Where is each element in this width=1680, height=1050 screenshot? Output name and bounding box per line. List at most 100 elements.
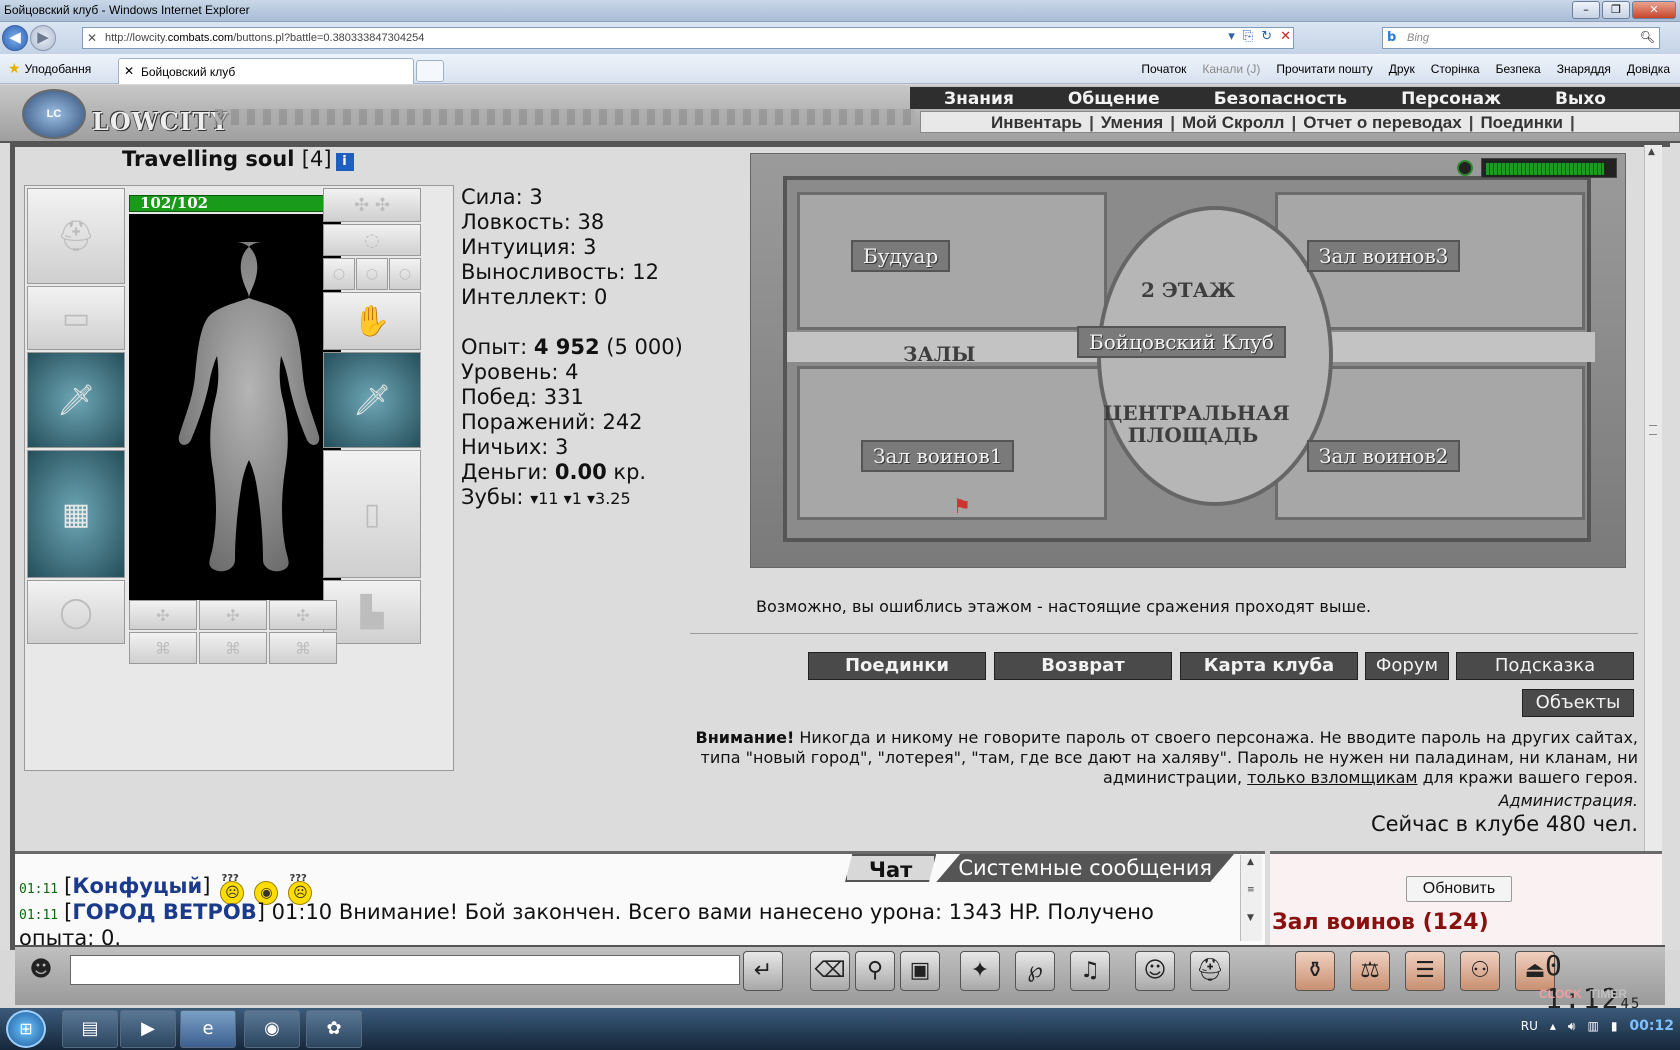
spell-slot-1[interactable]: ✣ [129,600,197,630]
filter-icon[interactable]: ⚲ [855,951,895,991]
scroll-up-icon[interactable]: ▲ [1247,857,1254,867]
clock-tab[interactable]: CLOCK [1539,987,1582,1001]
map-label-floor2[interactable]: 2 ЭТАЖ [1131,276,1245,304]
scroll-down-icon[interactable]: ▼ [1247,913,1254,923]
amulet-slot[interactable]: ◌ [323,224,421,256]
subnav-inventory[interactable]: Инвентарь [991,113,1082,132]
search-icon[interactable]: 🔍︎ [1640,30,1655,44]
spell-slot-2[interactable]: ✣ [199,600,267,630]
explorer-task[interactable]: ▤ [62,1010,118,1048]
people-icon[interactable]: ☰ [1405,951,1445,991]
url-field[interactable]: ✕ http://lowcity.combats.com/buttons.pl?… [82,27,1294,49]
gloves-slot[interactable]: ✋ [323,292,421,350]
map-label-boudoir[interactable]: Будуар [851,240,951,272]
cmd-home[interactable]: Початок [1141,62,1186,76]
subnav-skills[interactable]: Умения [1101,113,1163,132]
cmd-safety[interactable]: Безпека [1496,62,1541,76]
subnav-scroll[interactable]: Мой Скролл [1182,113,1284,132]
hint-button[interactable]: Подсказка [1456,652,1634,680]
boots-slot[interactable]: ▙ [323,580,421,644]
battery-icon[interactable]: ▮ [1611,1019,1618,1033]
bag-icon[interactable]: ⚱ [1295,951,1335,991]
close-button[interactable]: ✕ [1632,1,1676,19]
objects-button[interactable]: Объекты [1522,689,1634,717]
refresh-button[interactable]: Обновить [1406,876,1512,902]
ring-slot-1[interactable]: ○ [323,258,355,290]
zte-task[interactable]: ◉ [244,1010,300,1048]
maximize-button[interactable]: ❐ [1602,1,1630,19]
info-icon[interactable]: i [335,153,354,171]
dropdown-icon[interactable]: ▾ [1228,29,1235,44]
save-icon[interactable]: ▣ [900,951,940,991]
nav-character[interactable]: Персонаж [1367,87,1521,109]
legs-slot[interactable]: ▯ [323,450,421,578]
smiley-icon[interactable]: ☺ [1135,951,1175,991]
subnav-transfers[interactable]: Отчет о переводах [1303,113,1461,132]
forward-button[interactable]: ▶ [30,25,56,51]
nav-exit[interactable]: Выхо [1521,87,1626,109]
stop-icon[interactable]: ✕ [1280,29,1291,44]
back-button[interactable]: ◀ [2,25,28,51]
spell-slot-3[interactable]: ✣ [269,600,337,630]
belt-slot[interactable]: ◯ [27,580,125,644]
subnav-duels[interactable]: Поединки [1480,113,1563,132]
scroll-thumb-icon[interactable]: ≡ [1247,885,1255,895]
fighter-icon[interactable]: ✦ [960,951,1000,991]
cmd-feeds[interactable]: Канали (J) [1202,62,1260,76]
trade-icon[interactable]: ⚖ [1350,951,1390,991]
map-label-hall3[interactable]: Зал воинов3 [1307,240,1461,272]
network-icon[interactable]: ▥ [1587,1019,1598,1033]
group-icon[interactable]: ⚇ [1460,951,1500,991]
scroll-slot-2[interactable]: ⌘ [199,632,267,664]
tray-arrow-icon[interactable]: ▴ [1550,1019,1556,1033]
return-button[interactable]: Возврат [994,652,1172,680]
bracers-slot[interactable]: ▭ [27,286,125,350]
scroll-slot-3[interactable]: ⌘ [269,632,337,664]
nav-communication[interactable]: Общение [1034,87,1180,109]
nav-security[interactable]: Безопасность [1180,87,1367,109]
map-label-hall2[interactable]: Зал воинов2 [1307,440,1461,472]
cmd-print[interactable]: Друк [1389,62,1415,76]
language-indicator[interactable]: RU [1521,1019,1538,1033]
minimize-button[interactable]: – [1572,1,1600,19]
forum-button[interactable]: Форум [1365,652,1449,680]
right-weapon-slot[interactable]: 🗡︎ [323,352,421,448]
cmd-tools[interactable]: Знаряддя [1557,62,1611,76]
refresh-icon[interactable]: ↻ [1261,29,1272,44]
clear-icon[interactable]: ⌫ [810,951,850,991]
tab-system-messages[interactable]: Системные сообщения [936,854,1234,882]
armor-slot[interactable]: ▦ [27,450,125,578]
new-tab-button[interactable] [416,60,444,82]
warning-link[interactable]: только взломщикам [1247,768,1417,787]
cmd-page[interactable]: Сторінка [1431,62,1480,76]
chat-scrollbar[interactable]: ▲ ≡ ▼ [1240,855,1262,941]
map-label-central[interactable]: ЦЕНТРАЛЬНАЯ ПЛОЩАДЬ [1093,400,1293,448]
send-icon[interactable]: ↵ [743,951,783,991]
earrings-slot[interactable]: ✣ ✣ [323,188,421,222]
cmd-mail[interactable]: Прочитати пошту [1276,62,1372,76]
favorites-button[interactable]: ★ Уподобання [8,61,91,77]
volume-icon[interactable]: 🔊︎ [1568,1019,1576,1034]
chat-nick[interactable]: Конфуцый [72,874,202,898]
ring-slot-2[interactable]: ○ [356,258,388,290]
page-scrollbar[interactable]: ▲ ▼ [1644,145,1662,875]
scroll-thumb[interactable] [1649,425,1657,435]
map-label-club[interactable]: Бойцовский Клуб [1077,326,1286,358]
start-button[interactable]: ⊞ [6,1010,46,1048]
ie-task[interactable]: e [180,1010,236,1048]
icq-task[interactable]: ✿ [306,1010,362,1048]
chat-nick[interactable]: ГОРОД ВЕТРОВ [72,900,256,924]
sound-icon[interactable]: ♫ [1070,951,1110,991]
map-label-hall1[interactable]: Зал воинов1 [861,440,1015,472]
browser-tab[interactable]: ✕ Бойцовский клуб [118,58,414,84]
club-map-button[interactable]: Карта клуба [1180,652,1358,680]
compat-icon[interactable]: ⎘ [1243,29,1253,44]
scroll-slot-1[interactable]: ⌘ [129,632,197,664]
chat-input[interactable] [70,955,740,985]
scroll-up-icon[interactable]: ▲ [1648,147,1655,157]
tab-chat[interactable]: Чат [845,854,937,882]
cmd-help[interactable]: Довідка [1627,62,1670,76]
helmet-icon[interactable]: ⛑ [1190,951,1230,991]
tray-clock[interactable]: 00:12 [1629,1018,1674,1034]
pl-icon[interactable]: ℘ [1015,951,1055,991]
